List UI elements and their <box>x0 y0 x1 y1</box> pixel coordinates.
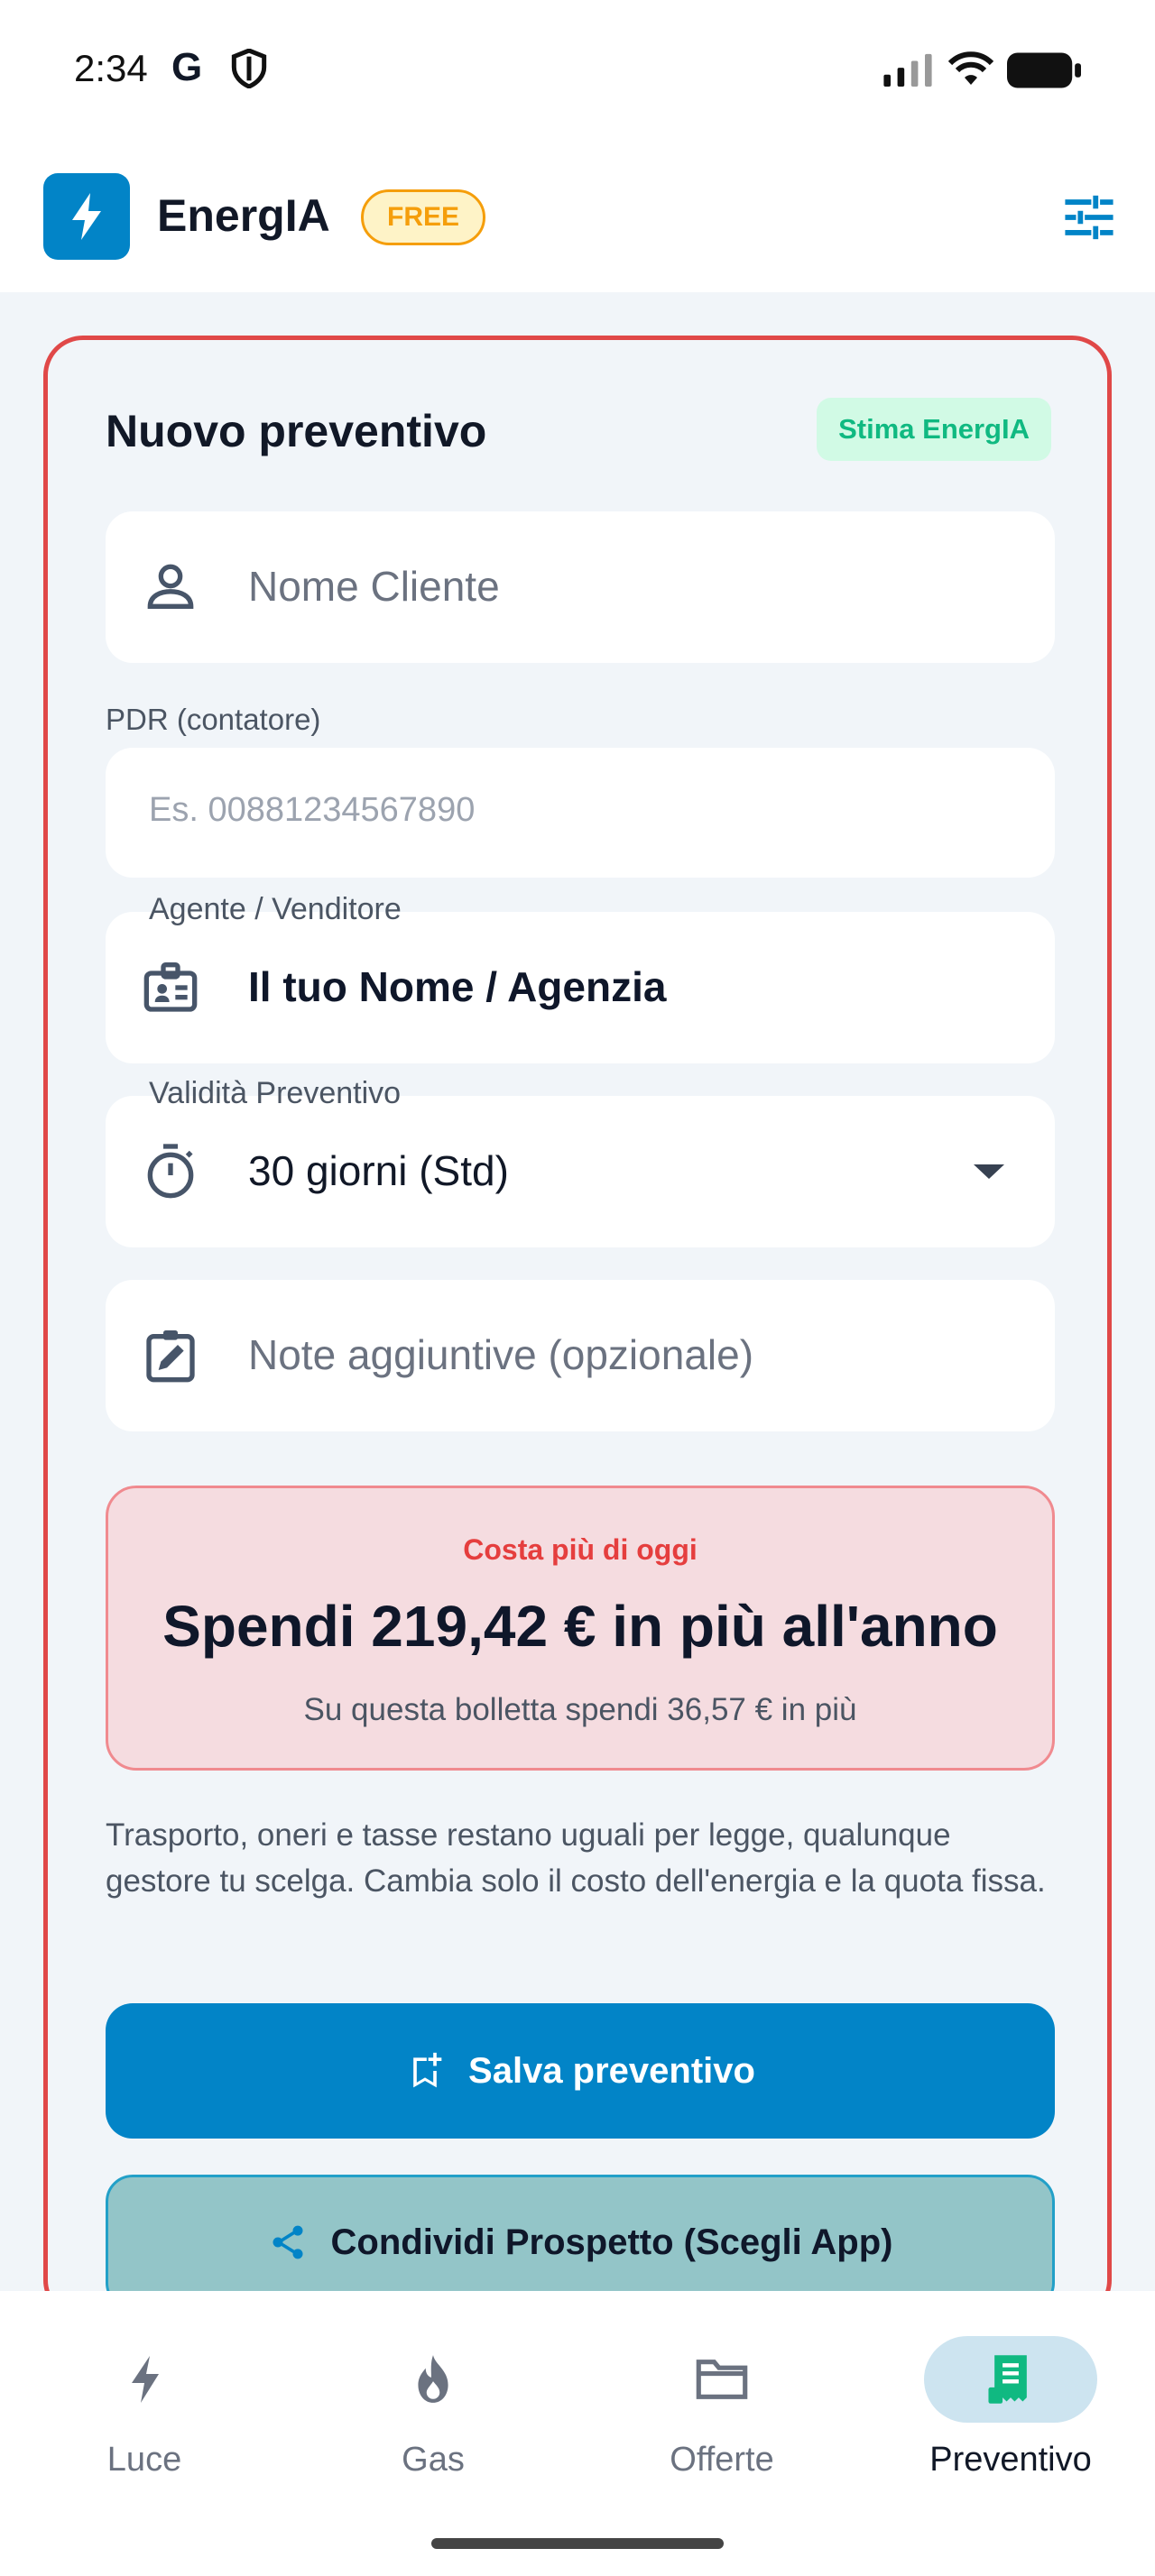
nav-label-preventivo: Preventivo <box>929 2441 1092 2479</box>
info-text: Trasporto, oneri e tasse restano uguali … <box>106 1817 1046 1899</box>
pdr-label: PDR (contatore) <box>106 703 321 736</box>
bolt-icon <box>132 2356 159 2403</box>
validity-select[interactable]: 30 giorni (Std) <box>106 1096 1055 1247</box>
share-quote-button[interactable]: Condividi Prospetto (Scegli App) <box>106 2175 1055 2310</box>
google-icon: G <box>171 45 203 89</box>
nav-label-luce: Luce <box>106 2441 182 2479</box>
app-title: EnergIA <box>157 190 330 241</box>
pdr-placeholder: Es. 00881234567890 <box>149 791 476 829</box>
notes-placeholder: Note aggiuntive (opzionale) <box>248 1331 754 1378</box>
wifi-icon <box>947 51 994 85</box>
nav-item-gas[interactable]: Gas <box>325 2336 541 2479</box>
receipt-icon <box>988 2355 1027 2404</box>
cost-alert: Costa più di oggi Spendi 219,42 € in più… <box>106 1486 1055 1771</box>
client-name-placeholder: Nome Cliente <box>248 563 500 610</box>
plan-badge: FREE <box>361 189 486 245</box>
status-bar: 2:34 G <box>0 0 1155 144</box>
bottom-nav: Luce Gas Offerte Preventivo <box>0 2291 1155 2576</box>
nav-item-preventivo[interactable]: Preventivo <box>902 2336 1119 2479</box>
nav-item-offerte[interactable]: Offerte <box>614 2336 830 2479</box>
chevron-down-icon <box>974 1164 1004 1179</box>
validity-value: 30 giorni (Std) <box>248 1147 509 1194</box>
shield-icon <box>231 49 267 88</box>
save-button-label: Salva preventivo <box>468 2050 755 2091</box>
agent-label: Agente / Venditore <box>149 892 402 926</box>
validity-label: Validità Preventivo <box>149 1076 402 1110</box>
alert-sub-text: Su questa bolletta spendi 36,57 € in più <box>303 1692 857 1727</box>
nav-label-gas: Gas <box>402 2441 465 2479</box>
signal-icon <box>883 53 932 87</box>
alert-heading: Costa più di oggi <box>463 1533 698 1566</box>
notes-field[interactable]: Note aggiuntive (opzionale) <box>106 1280 1055 1431</box>
app-bar: EnergIA FREE <box>0 144 1155 292</box>
battery-icon <box>1007 52 1081 88</box>
folder-icon <box>696 2360 748 2399</box>
card-title: Nuovo preventivo <box>106 406 487 456</box>
estimate-badge: Stima EnergIA <box>817 398 1051 461</box>
badge-id-icon <box>143 962 198 1012</box>
agent-field[interactable]: Il tuo Nome / Agenzia <box>106 912 1055 1063</box>
nav-label-offerte: Offerte <box>670 2441 774 2479</box>
timer-icon <box>147 1144 194 1199</box>
bookmark-add-icon <box>413 2052 442 2088</box>
person-icon <box>147 564 194 609</box>
share-button-label: Condividi Prospetto (Scegli App) <box>330 2222 893 2262</box>
share-icon <box>273 2225 303 2259</box>
save-quote-button[interactable]: Salva preventivo <box>106 2003 1055 2139</box>
clipboard-edit-icon <box>146 1330 195 1383</box>
alert-main-text: Spendi 219,42 € in più all'anno <box>162 1594 998 1659</box>
pdr-input[interactable]: Es. 00881234567890 <box>106 748 1055 878</box>
app-logo <box>43 173 130 260</box>
flame-icon <box>418 2355 448 2403</box>
agent-value: Il tuo Nome / Agenzia <box>248 963 667 1010</box>
tune-icon[interactable] <box>1063 191 1115 244</box>
bolt-icon <box>72 193 101 240</box>
status-time: 2:34 <box>74 47 148 89</box>
quote-card: Nuovo preventivo Stima EnergIA Nome Clie… <box>43 336 1112 2320</box>
home-indicator[interactable] <box>431 2538 724 2549</box>
client-name-field[interactable]: Nome Cliente <box>106 511 1055 663</box>
nav-item-luce[interactable]: Luce <box>36 2336 253 2479</box>
